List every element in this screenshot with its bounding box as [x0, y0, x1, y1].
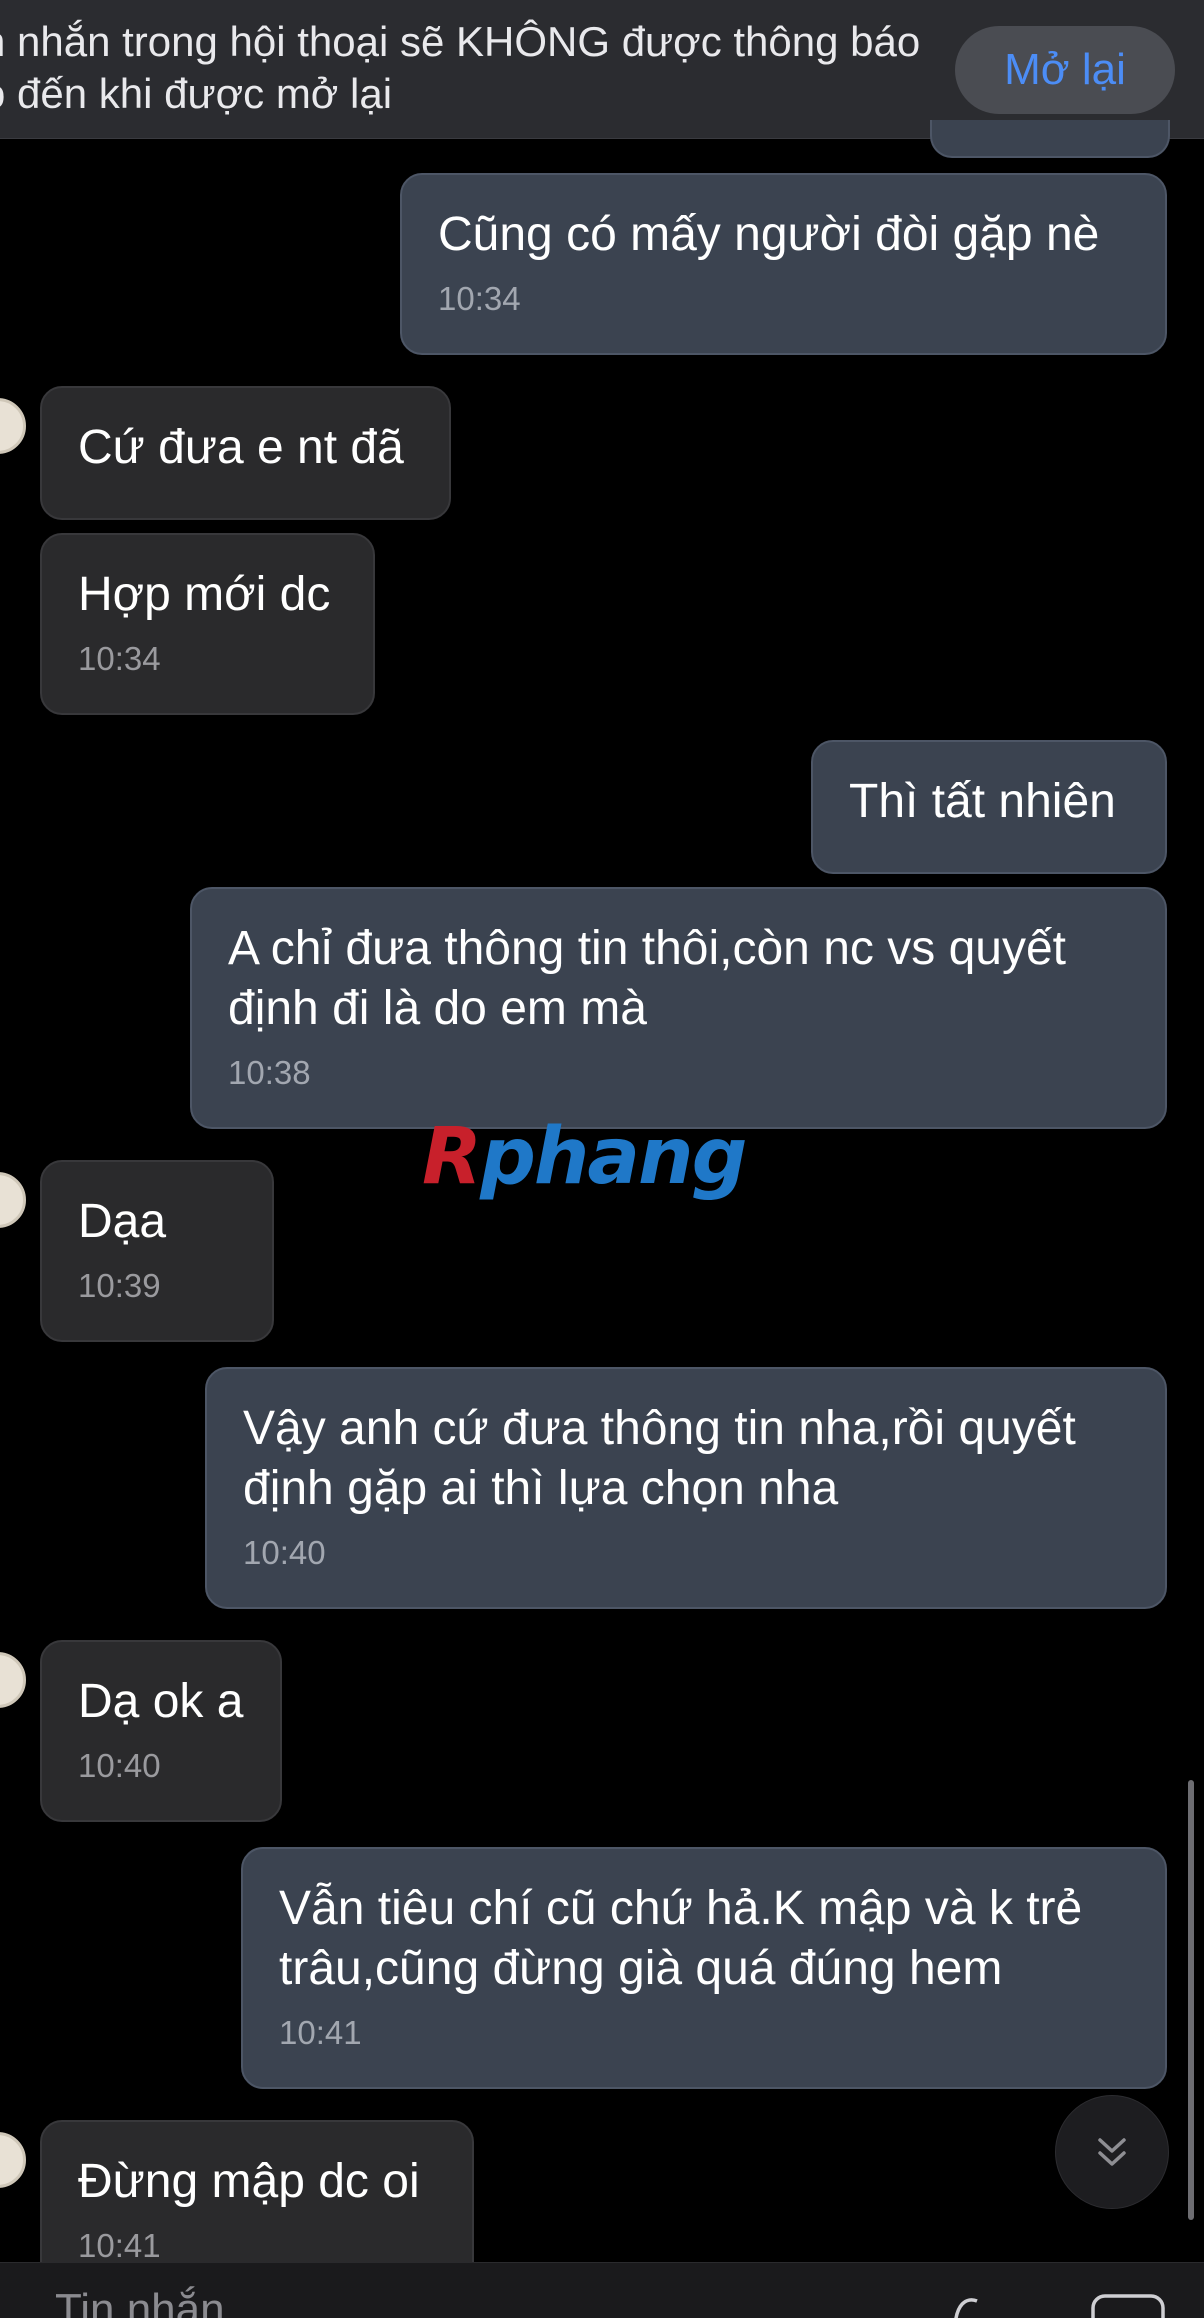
message-bubble-outgoing[interactable]: Cũng có mấy người đòi gặp nè 10:34 [400, 173, 1167, 355]
watermark-word: phang [480, 1112, 747, 1202]
message-text: Đừng mập dc oi [78, 2155, 420, 2208]
sticker-icon[interactable] [945, 2291, 995, 2318]
avatar[interactable] [0, 1172, 26, 1228]
message-bubble-outgoing[interactable]: Vậy anh cứ đưa thông tin nha,rồi quyết đ… [205, 1367, 1167, 1609]
message-text: Cứ đưa e nt đã [78, 421, 404, 474]
image-icon[interactable] [1090, 2293, 1166, 2318]
reopen-button[interactable]: Mở lại [955, 26, 1175, 114]
message-time: 10:41 [78, 2227, 161, 2264]
message-bubble-incoming[interactable]: Dạa 10:39 [40, 1160, 274, 1342]
message-composer: Tin nhắn [0, 2262, 1204, 2318]
avatar[interactable] [0, 2132, 26, 2188]
message-text: Dạa [78, 1195, 167, 1248]
message-text: Thì tất nhiên [849, 775, 1116, 828]
message-text: Hợp mới dc [78, 568, 331, 621]
previous-message-bubble[interactable] [930, 120, 1170, 158]
avatar[interactable] [0, 1652, 26, 1708]
message-bubble-outgoing[interactable]: Thì tất nhiên [811, 740, 1167, 874]
message-time: 10:38 [228, 1054, 311, 1091]
watermark-logo: Rphang [422, 1112, 747, 1202]
avatar[interactable] [0, 398, 26, 454]
scrollbar[interactable] [1188, 1780, 1194, 2220]
message-time: 10:39 [78, 1267, 161, 1304]
message-text: Cũng có mấy người đòi gặp nè [438, 208, 1100, 261]
muted-notice-banner: n nhắn trong hội thoại sẽ KHÔNG được thô… [0, 0, 1204, 139]
message-bubble-incoming[interactable]: Dạ ok a 10:40 [40, 1640, 282, 1822]
scroll-to-bottom-button[interactable] [1055, 2095, 1169, 2209]
message-bubble-incoming[interactable]: Hợp mới dc 10:34 [40, 533, 375, 715]
message-bubble-outgoing[interactable]: A chỉ đưa thông tin thôi,còn nc vs quyết… [190, 887, 1167, 1129]
message-bubble-incoming[interactable]: Cứ đưa e nt đã [40, 386, 451, 520]
message-time: 10:34 [78, 640, 161, 677]
message-text: Dạ ok a [78, 1675, 244, 1728]
message-time: 10:40 [243, 1534, 326, 1571]
message-time: 10:34 [438, 280, 521, 317]
message-input[interactable]: Tin nhắn [55, 2285, 225, 2318]
message-bubble-outgoing[interactable]: Vẫn tiêu chí cũ chứ hả.K mập và k trẻ tr… [241, 1847, 1167, 2089]
message-time: 10:41 [279, 2014, 362, 2051]
message-text: A chỉ đưa thông tin thôi,còn nc vs quyết… [228, 922, 1066, 1035]
watermark-letter: R [422, 1112, 482, 1202]
muted-notice-text: n nhắn trong hội thoại sẽ KHÔNG được thô… [0, 18, 921, 117]
message-text: Vậy anh cứ đưa thông tin nha,rồi quyết đ… [243, 1402, 1076, 1515]
message-text: Vẫn tiêu chí cũ chứ hả.K mập và k trẻ tr… [279, 1882, 1083, 1995]
message-time: 10:40 [78, 1747, 161, 1784]
double-chevron-down-icon [1098, 2138, 1126, 2166]
